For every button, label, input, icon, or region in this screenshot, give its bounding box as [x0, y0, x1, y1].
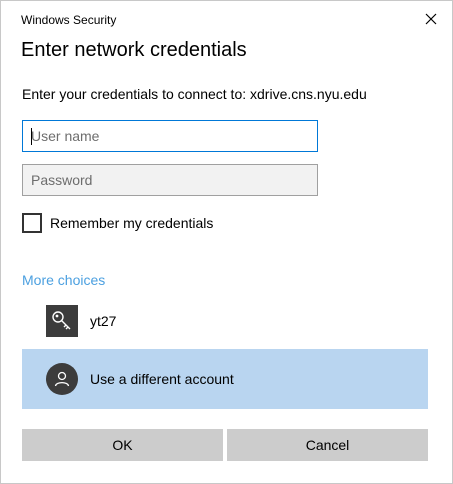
- credentials-dialog: Windows Security Enter network credentia…: [0, 0, 453, 484]
- text-caret: [31, 128, 32, 145]
- close-button[interactable]: [422, 10, 440, 28]
- ok-button[interactable]: OK: [22, 429, 223, 461]
- window-title: Windows Security: [21, 13, 117, 27]
- key-icon: [46, 305, 78, 337]
- remember-credentials-checkbox[interactable]: Remember my credentials: [22, 213, 213, 233]
- account-option-yt27[interactable]: yt27: [22, 302, 428, 340]
- account-label: yt27: [90, 313, 117, 329]
- account-label: Use a different account: [90, 371, 234, 387]
- dialog-heading: Enter network credentials: [21, 39, 247, 61]
- remember-credentials-label: Remember my credentials: [50, 215, 214, 231]
- person-icon: [46, 363, 78, 395]
- more-choices-header[interactable]: More choices: [22, 272, 105, 288]
- account-option-different[interactable]: Use a different account: [22, 349, 428, 409]
- cancel-button[interactable]: Cancel: [227, 429, 428, 461]
- dialog-subtext: Enter your credentials to connect to: xd…: [22, 86, 367, 102]
- checkbox-box[interactable]: [22, 213, 42, 233]
- close-icon: [425, 13, 437, 25]
- password-field[interactable]: [22, 164, 318, 196]
- username-field[interactable]: [22, 120, 318, 152]
